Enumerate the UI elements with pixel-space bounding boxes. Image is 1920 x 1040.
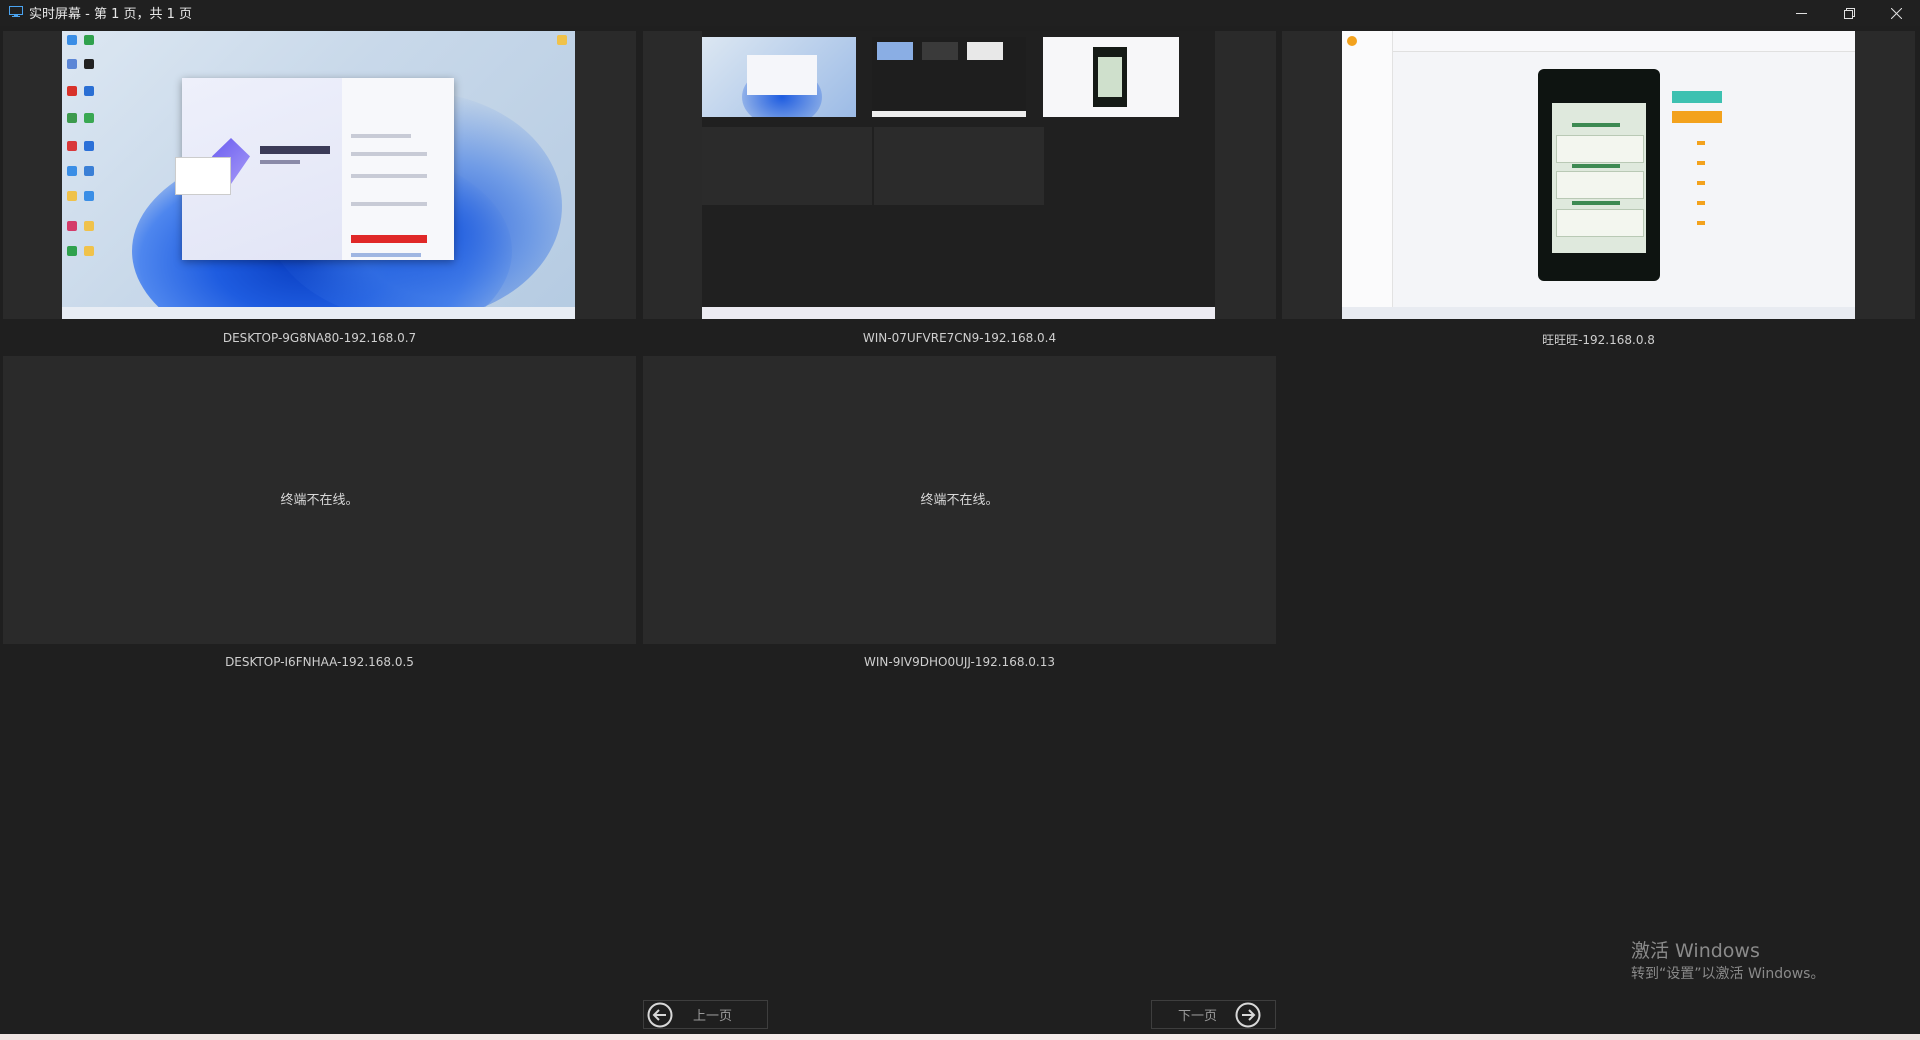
tile-label-1: DESKTOP-9G8NA80-192.168.0.7: [222, 331, 417, 345]
monitor-icon: [9, 6, 23, 17]
screen-thumbnail: [62, 31, 575, 319]
tile-label-2: WIN-07UFVRE7CN9-192.168.0.4: [862, 331, 1057, 345]
tile-label-5: WIN-9IV9DHO0UJJ-192.168.0.13: [864, 655, 1055, 669]
screen-tile-2[interactable]: [643, 31, 1276, 319]
tile-label-4: DESKTOP-I6FNHAA-192.168.0.5: [225, 655, 414, 669]
prev-page-button[interactable]: 上一页: [643, 1000, 768, 1029]
desktop-edge: [0, 1034, 1920, 1040]
screen-tile-4[interactable]: 终端不在线。: [3, 356, 636, 644]
next-page-label: 下一页: [1178, 1009, 1218, 1024]
minimize-button[interactable]: [1778, 0, 1824, 26]
screen-tile-3[interactable]: [1282, 31, 1915, 319]
close-icon: [1890, 7, 1902, 19]
activation-watermark-hint: 转到“设置”以激活 Windows。: [1631, 966, 1825, 982]
restore-icon: [1843, 7, 1855, 19]
restore-button[interactable]: [1826, 0, 1872, 26]
window-title: 实时屏幕 - 第 1 页，共 1 页: [29, 7, 193, 22]
screen-thumbnail: [702, 31, 1215, 319]
screen-tile-5[interactable]: 终端不在线。: [643, 356, 1276, 644]
screen-thumbnail: [1342, 31, 1855, 319]
activation-watermark-title: 激活 Windows: [1631, 940, 1760, 962]
offline-message: 终端不在线。: [280, 493, 359, 508]
close-button[interactable]: [1873, 0, 1919, 26]
prev-page-label: 上一页: [693, 1009, 733, 1024]
minimize-icon: [1795, 12, 1807, 14]
next-page-button[interactable]: 下一页: [1151, 1000, 1276, 1029]
title-bar: 实时屏幕 - 第 1 页，共 1 页: [0, 0, 1920, 26]
arrow-left-circle-icon: [647, 1002, 673, 1027]
arrow-right-circle-icon: [1235, 1002, 1261, 1027]
tile-label-3: 旺旺旺-192.168.0.8: [1542, 333, 1655, 347]
screen-tile-1[interactable]: [3, 31, 636, 319]
offline-message: 终端不在线。: [920, 493, 999, 508]
